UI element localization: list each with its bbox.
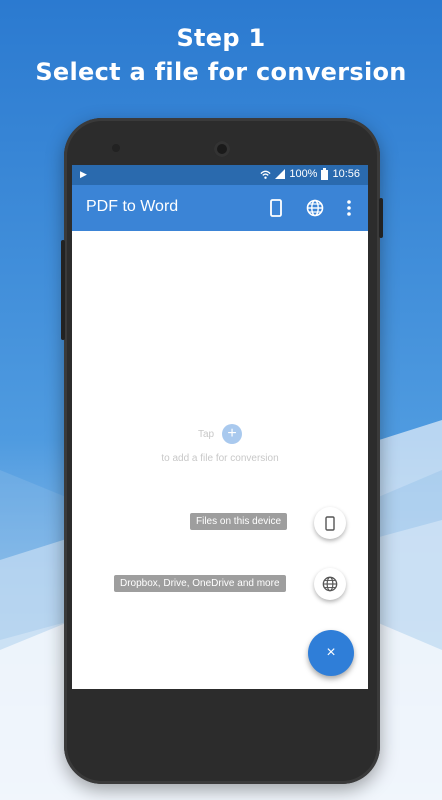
power-button: [379, 198, 383, 238]
cloud-files-label[interactable]: Dropbox, Drive, OneDrive and more: [114, 575, 286, 592]
status-bar: ▶ 100% 10:56: [72, 165, 368, 185]
battery-icon: [321, 168, 329, 180]
phone-icon: [325, 515, 335, 531]
cloud-files-fab[interactable]: [314, 568, 346, 600]
play-store-notification-icon: ▶: [80, 169, 87, 179]
empty-hint-row: Tap +: [72, 424, 368, 444]
device-files-button[interactable]: [264, 196, 288, 220]
volume-button: [61, 240, 65, 340]
front-camera: [112, 144, 120, 152]
more-vert-icon: [347, 200, 351, 216]
promo-step-title: Step 1: [176, 24, 266, 52]
promo-tagline: Select a file for conversion: [35, 58, 407, 86]
device-files-fab[interactable]: [314, 507, 346, 539]
device-files-label[interactable]: Files on this device: [190, 513, 288, 530]
app-screen: ▶ 100% 10:56 PDF to Word Tap + to add a …: [72, 165, 368, 689]
close-icon: ×: [326, 644, 336, 661]
wifi-icon: [260, 170, 271, 179]
tap-label: Tap: [197, 428, 215, 440]
empty-hint-subtitle: to add a file for conversion: [161, 453, 279, 464]
app-title: PDF to Word: [86, 198, 179, 215]
overflow-menu-button[interactable]: [337, 196, 361, 220]
globe-icon: [306, 199, 324, 217]
clock: 10:56: [332, 168, 360, 180]
close-fab-button[interactable]: ×: [308, 630, 354, 676]
app-bar: PDF to Word: [72, 185, 368, 231]
battery-percent: 100%: [289, 168, 318, 180]
cloud-files-button[interactable]: [303, 196, 327, 220]
signal-icon: [275, 169, 286, 179]
phone-icon: [270, 199, 282, 217]
earpiece: [214, 141, 230, 157]
globe-icon: [322, 576, 338, 592]
add-icon[interactable]: +: [222, 424, 243, 444]
